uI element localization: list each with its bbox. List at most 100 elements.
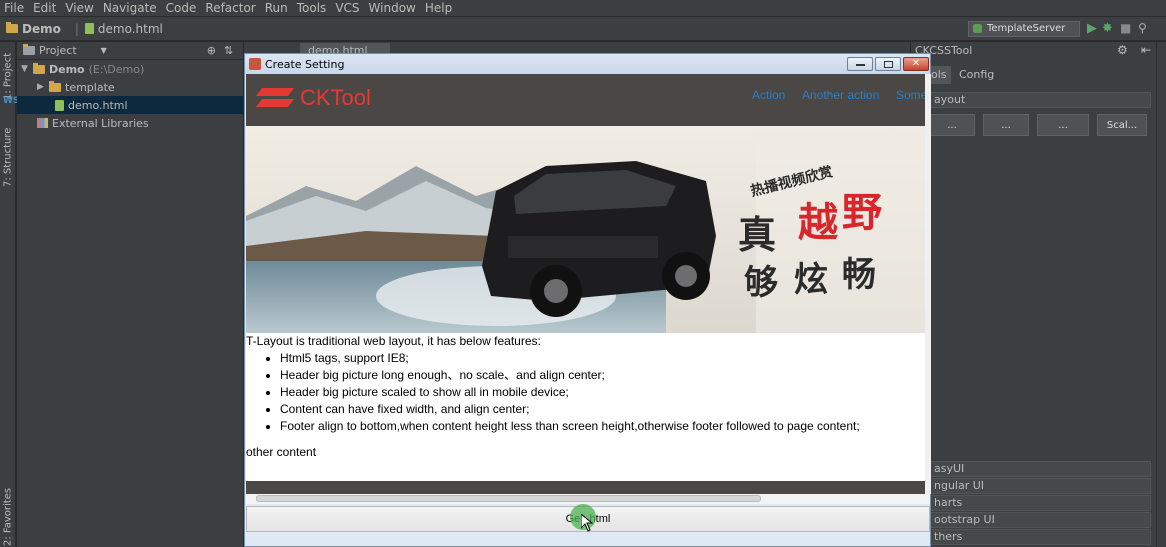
accordion-easyui[interactable]: asyUI (929, 461, 1151, 477)
chevron-down-icon[interactable]: ▼ (101, 46, 107, 55)
html-file-icon (84, 23, 94, 34)
menu-window[interactable]: Window (369, 1, 416, 15)
menu-refactor[interactable]: Refactor (205, 1, 255, 15)
layout-button-1-label: ... (947, 119, 957, 131)
feature-item: Content can have fixed width, and align … (280, 401, 925, 418)
menu-file[interactable]: File (4, 1, 24, 15)
run-icon[interactable]: ▶ (1087, 21, 1097, 36)
maximize-icon (884, 61, 893, 68)
search-everywhere-icon[interactable]: ⚲ (1138, 21, 1147, 35)
svg-text:畅: 畅 (842, 255, 876, 295)
layout-button-3-label: ... (1058, 119, 1068, 131)
breadcrumb-project-label: Demo (22, 21, 61, 36)
tab-config[interactable]: Config (955, 66, 998, 84)
close-icon: ✕ (911, 58, 921, 69)
project-view-icon (23, 44, 35, 55)
svg-text:真: 真 (738, 212, 776, 257)
svg-text:野: 野 (842, 189, 882, 236)
debug-icon[interactable]: ✸ (1102, 21, 1113, 36)
breadcrumb-file[interactable]: demo.html (84, 21, 163, 36)
site-brand: CKTool (300, 85, 371, 110)
minimize-icon (856, 64, 865, 66)
navigation-bar: Demo | demo.html TemplateServer ▶ ✸ ■ ⚲ (0, 17, 1166, 41)
html-file-icon (55, 99, 64, 111)
folder-icon (6, 22, 18, 33)
intro-text: T-Layout is traditional web layout, it h… (246, 334, 541, 348)
create-setting-dialog: Create Setting ✕ CKTool Action Another a… (244, 53, 931, 547)
suv-banner-picture: 热播视频欣赏 真 越 野 够 炫 畅 (246, 126, 925, 333)
accordion-charts[interactable]: harts (929, 495, 1151, 511)
expanded-arrow-icon: ▼ (21, 64, 28, 74)
run-config-selector[interactable]: TemplateServer (968, 21, 1080, 37)
horizontal-scrollbar[interactable] (246, 494, 930, 504)
mouse-cursor-icon (581, 514, 594, 532)
tab-favorites-tool[interactable]: 2: Favorites (0, 487, 16, 547)
java-app-icon (249, 58, 261, 70)
tree-item-demo-path: (E:\Demo) (88, 62, 145, 76)
breadcrumb-separator: | (74, 21, 79, 36)
folder-icon (33, 62, 45, 74)
feature-item: Footer align to bottom,when content heig… (280, 418, 925, 435)
nav-another-action-link[interactable]: Another action (802, 88, 879, 102)
feature-item: Html5 tags, support IE8; (280, 350, 925, 367)
layout-section-label: ayout (929, 92, 1151, 108)
maximize-button[interactable] (875, 57, 901, 71)
menu-bar: File Edit View Navigate Code Refactor Ru… (0, 0, 1166, 17)
nav-something-link[interactable]: Some (896, 88, 925, 102)
tree-item-demo-label: Demo (49, 62, 85, 76)
breadcrumb-file-label: demo.html (97, 21, 163, 36)
left-tool-strip: 1: Project WS 7: Structure 2: Favorites (0, 42, 19, 547)
project-panel-header[interactable]: Project ▼ ⊕ ⇅ (17, 42, 243, 60)
tab-favorites-tool-label: 2: Favorites (2, 487, 14, 547)
gear-icon[interactable]: ⚙ (1117, 43, 1128, 57)
run-config-label: TemplateServer (987, 23, 1066, 34)
tree-item-demo-html[interactable]: demo.html (17, 96, 243, 114)
dialog-title: Create Setting (265, 57, 345, 71)
tree-item-external-libraries-label: External Libraries (52, 116, 149, 130)
accordion-bootstrap-ui[interactable]: ootstrap UI (929, 512, 1151, 528)
cktool-logo-icon (256, 88, 294, 107)
breadcrumb-project[interactable]: Demo (6, 22, 61, 36)
layout-button-2[interactable]: ... (983, 114, 1029, 136)
collapse-icon[interactable]: ⇅ (224, 44, 233, 57)
project-panel: Project ▼ ⊕ ⇅ ▼ Demo (E:\Demo) ▶ templat… (17, 42, 243, 547)
layout-button-3[interactable]: ... (1037, 114, 1089, 136)
menu-view[interactable]: View (65, 1, 93, 15)
scale-button[interactable]: Scal... (1097, 114, 1147, 136)
feature-item: Header big picture long enough、no scale、… (280, 367, 925, 384)
folder-icon (49, 80, 61, 92)
scrollbar-thumb[interactable] (256, 495, 761, 502)
tree-item-template[interactable]: ▶ template (17, 78, 243, 96)
svg-text:越: 越 (798, 199, 838, 246)
menu-help[interactable]: Help (425, 1, 452, 15)
menu-run[interactable]: Run (265, 1, 288, 15)
menu-navigate[interactable]: Navigate (103, 1, 157, 15)
project-panel-title: Project (39, 44, 77, 57)
tab-structure-tool[interactable]: 7: Structure (0, 122, 16, 192)
tree-item-demo-html-label: demo.html (68, 98, 128, 112)
vertical-scrollbar[interactable] (925, 74, 931, 494)
header-banner-image: 热播视频欣赏 真 越 野 够 炫 畅 (246, 126, 925, 333)
ckcsstool-panel: CKCSSTool ⚙ ⇤ ols Config ayout ... ... .… (910, 42, 1156, 547)
layout-button-2-label: ... (1001, 119, 1011, 131)
libraries-icon (37, 118, 48, 128)
tree-item-external-libraries[interactable]: External Libraries (17, 114, 243, 132)
site-header: CKTool Action Another action Some (246, 74, 925, 126)
layout-button-1[interactable]: ... (929, 114, 975, 136)
accordion-others[interactable]: thers (929, 529, 1151, 545)
preview-content: CKTool Action Another action Some 热播视频欣赏… (246, 74, 925, 494)
minimize-button[interactable] (847, 57, 873, 71)
menu-vcs[interactable]: VCS (335, 1, 359, 15)
menu-tools[interactable]: Tools (297, 1, 327, 15)
tree-item-demo[interactable]: ▼ Demo (E:\Demo) (17, 60, 243, 78)
hide-panel-icon[interactable]: ⇤ (1141, 43, 1151, 57)
close-button[interactable]: ✕ (903, 57, 929, 71)
nav-action-link[interactable]: Action (752, 88, 785, 102)
tab-structure-tool-label: 7: Structure (2, 127, 14, 187)
stop-icon[interactable]: ■ (1120, 21, 1131, 35)
target-icon[interactable]: ⊕ (207, 44, 216, 57)
collapsed-arrow-icon: ▶ (37, 82, 44, 92)
accordion-angular-ui[interactable]: ngular UI (929, 478, 1151, 494)
menu-code[interactable]: Code (166, 1, 197, 15)
menu-edit[interactable]: Edit (33, 1, 56, 15)
